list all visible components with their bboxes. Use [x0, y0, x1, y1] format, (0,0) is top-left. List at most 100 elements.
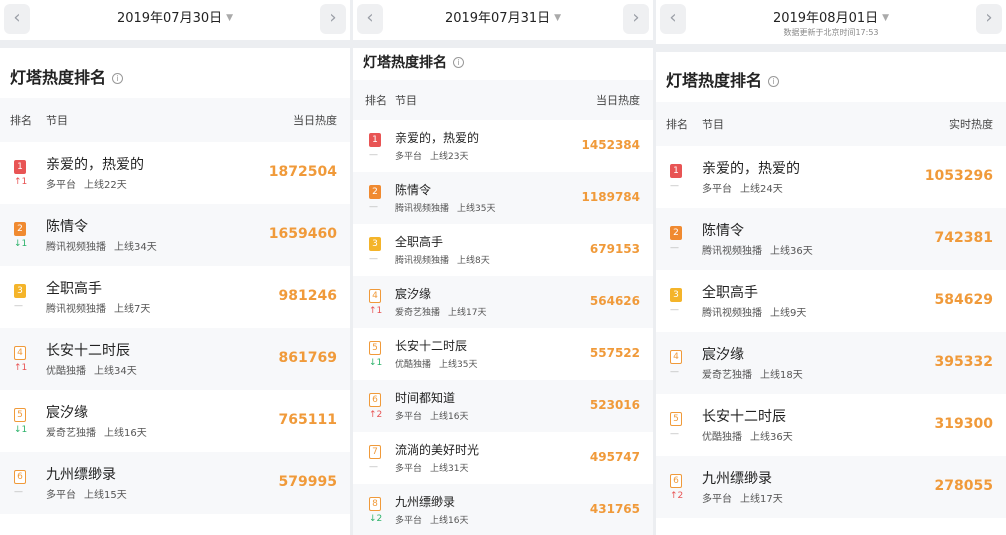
date-label: 2019年07月31日	[444, 11, 551, 26]
show-platform: 腾讯视频独播	[395, 204, 450, 214]
rank-badge: 2	[369, 185, 381, 199]
show-online-days: 上线8天	[457, 256, 490, 266]
show-name: 长安十二时辰	[702, 409, 786, 425]
rank-badge: 7	[369, 445, 381, 459]
show-meta: 腾讯视频独播 上线35天	[395, 201, 495, 214]
show-meta: 多平台 上线15天	[46, 486, 127, 501]
show-name: 陈情令	[46, 219, 88, 235]
date-selector[interactable]: 2019年08月01日 ▼	[656, 7, 1006, 26]
show-meta: 多平台 上线22天	[46, 176, 127, 191]
rank-badge: 5	[14, 408, 26, 422]
rank-change: —	[670, 181, 679, 191]
ranking-row[interactable]: 6 ↑2 时间都知道 多平台 上线16天 523016	[353, 380, 653, 432]
update-time-note: 数据更新于北京时间17:53	[783, 28, 879, 37]
show-meta: 爱奇艺独播 上线17天	[395, 305, 486, 318]
rank-badge: 5	[369, 341, 381, 355]
show-online-days: 上线16天	[430, 412, 469, 422]
show-name: 亲爱的，热爱的	[395, 131, 480, 145]
ranking-row[interactable]: 2 — 陈情令 腾讯视频独播 上线35天 1189784	[353, 172, 653, 224]
section-title-text: 灯塔热度排名	[10, 68, 107, 87]
show-meta: 腾讯视频独播 上线8天	[395, 253, 490, 266]
show-platform: 多平台	[702, 184, 732, 195]
show-meta: 爱奇艺独播 上线18天	[702, 366, 803, 381]
column-show: 节目	[702, 118, 724, 131]
rank-change: ↑1	[14, 177, 28, 187]
ranking-row[interactable]: 6 — 九州缥缈录 多平台 上线15天 579995	[0, 452, 350, 514]
ranking-panel: ‹ 2019年07月31日 ▼ › 灯塔热度排名 i 排名 节目 当日热度 1— 亲爱的，热爱的 多平…	[353, 0, 653, 535]
date-header: ‹ 2019年07月30日 ▼ ›	[0, 0, 350, 40]
ranking-row[interactable]: 4 ↑1 长安十二时辰 优酷独播 上线34天 861769	[0, 328, 350, 390]
date-label: 2019年08月01日	[772, 11, 879, 26]
ranking-row[interactable]: 2 — 陈情令 腾讯视频独播 上线36天 742381	[656, 208, 1006, 270]
rank-change: —	[670, 243, 679, 253]
show-online-days: 上线35天	[439, 360, 478, 370]
ranking-row[interactable]: 3 — 全职高手 腾讯视频独播 上线9天 584629	[656, 270, 1006, 332]
show-meta: 腾讯视频独播 上线9天	[702, 304, 806, 319]
heat-value: 1872504	[268, 164, 337, 180]
ranking-row[interactable]: 5 — 长安十二时辰 优酷独播 上线36天 319300	[656, 394, 1006, 456]
ranking-comparison: ‹ 2019年07月30日 ▼ › 灯塔热度排名 i 排名 节目 当日热度 1 ↑1 亲爱的，热爱的多…	[0, 0, 1006, 535]
info-icon[interactable]: i	[112, 73, 124, 84]
show-platform: 腾讯视频独播	[46, 304, 106, 315]
show-name: 全职高手	[702, 285, 758, 301]
ranking-row[interactable]: 6 ↑2 九州缥缈录 多平台 上线17天 278055	[656, 456, 1006, 518]
ranking-row[interactable]: 3 — 全职高手 腾讯视频独播 上线7天 981246	[0, 266, 350, 328]
heat-value: 981246	[278, 288, 337, 304]
rank-badge: 4	[670, 350, 682, 364]
date-selector[interactable]: 2019年07月31日 ▼	[353, 7, 653, 26]
show-online-days: 上线36天	[750, 432, 793, 443]
show-online-days: 上线16天	[430, 516, 469, 526]
show-online-days: 上线34天	[94, 366, 137, 377]
info-icon[interactable]: i	[453, 57, 464, 68]
rank-badge: 6	[14, 470, 26, 484]
ranking-row[interactable]: 5 ↓1 宸汐缘 爱奇艺独播 上线16天 765111	[0, 390, 350, 452]
next-day-button[interactable]: ›	[320, 4, 346, 34]
rank-change: ↑2	[670, 491, 684, 501]
rank-change: ↓2	[369, 514, 383, 524]
date-selector[interactable]: 2019年07月30日 ▼	[0, 7, 350, 26]
ranking-row[interactable]: 5 ↓1 长安十二时辰 优酷独播 上线35天 557522	[353, 328, 653, 380]
show-meta: 多平台 上线16天	[395, 513, 468, 526]
ranking-row[interactable]: 4 — 宸汐缘 爱奇艺独播 上线18天 395332	[656, 332, 1006, 394]
section-title: 灯塔热度排名 i	[10, 64, 124, 88]
rank-badge: 2	[14, 222, 26, 236]
chevron-right-icon: ›	[985, 7, 993, 28]
show-platform: 优酷独播	[46, 366, 86, 377]
ranking-row[interactable]: 1 ↑1 亲爱的，热爱的 多平台 上线22天 1872504	[0, 142, 350, 204]
show-meta: 腾讯视频独播 上线34天	[46, 238, 157, 253]
ranking-row[interactable]: 7 — 流淌的美好时光 多平台 上线31天 495747	[353, 432, 653, 484]
show-online-days: 上线31天	[430, 464, 469, 474]
ranking-row[interactable]: 4 ↑1 宸汐缘 爱奇艺独播 上线17天 564626	[353, 276, 653, 328]
rank-badge: 2	[670, 226, 682, 240]
info-icon[interactable]: i	[768, 76, 780, 87]
section-title-text: 灯塔热度排名	[363, 55, 447, 71]
next-day-button[interactable]: ›	[623, 4, 649, 34]
show-online-days: 上线23天	[430, 152, 469, 162]
show-meta: 优酷独播 上线34天	[46, 362, 137, 377]
ranking-row[interactable]: 1 — 亲爱的，热爱的 多平台 上线23天 1452384	[353, 120, 653, 172]
ranking-row[interactable]: 2 ↓1 陈情令 腾讯视频独播 上线34天 1659460	[0, 204, 350, 266]
heat-value: 742381	[934, 230, 993, 246]
show-meta: 优酷独播 上线36天	[702, 428, 793, 443]
show-name: 陈情令	[395, 183, 432, 197]
show-meta: 腾讯视频独播 上线7天	[46, 300, 150, 315]
caret-down-icon: ▼	[882, 13, 890, 23]
show-name: 九州缥缈录	[395, 495, 456, 509]
ranking-row[interactable]: 3 — 全职高手 腾讯视频独播 上线8天 679153	[353, 224, 653, 276]
ranking-row[interactable]: 1 — 亲爱的，热爱的 多平台 上线24天 1053296	[656, 146, 1006, 208]
column-heat: 实时热度	[949, 118, 993, 131]
heat-value: 395332	[934, 354, 993, 370]
caret-down-icon: ▼	[554, 13, 562, 23]
column-show: 节目	[46, 114, 68, 127]
show-meta: 多平台 上线17天	[702, 490, 783, 505]
rank-badge: 5	[670, 412, 682, 426]
rank-badge: 3	[670, 288, 682, 302]
heat-value: 1053296	[924, 168, 993, 184]
rank-badge: 1	[14, 160, 26, 174]
show-meta: 多平台 上线24天	[702, 180, 783, 195]
column-rank: 排名	[666, 118, 688, 131]
rank-badge: 3	[369, 237, 381, 251]
show-platform: 爱奇艺独播	[395, 308, 441, 318]
ranking-row[interactable]: 8 ↓2 九州缥缈录 多平台 上线16天 431765	[353, 484, 653, 535]
show-online-days: 上线7天	[114, 304, 151, 315]
